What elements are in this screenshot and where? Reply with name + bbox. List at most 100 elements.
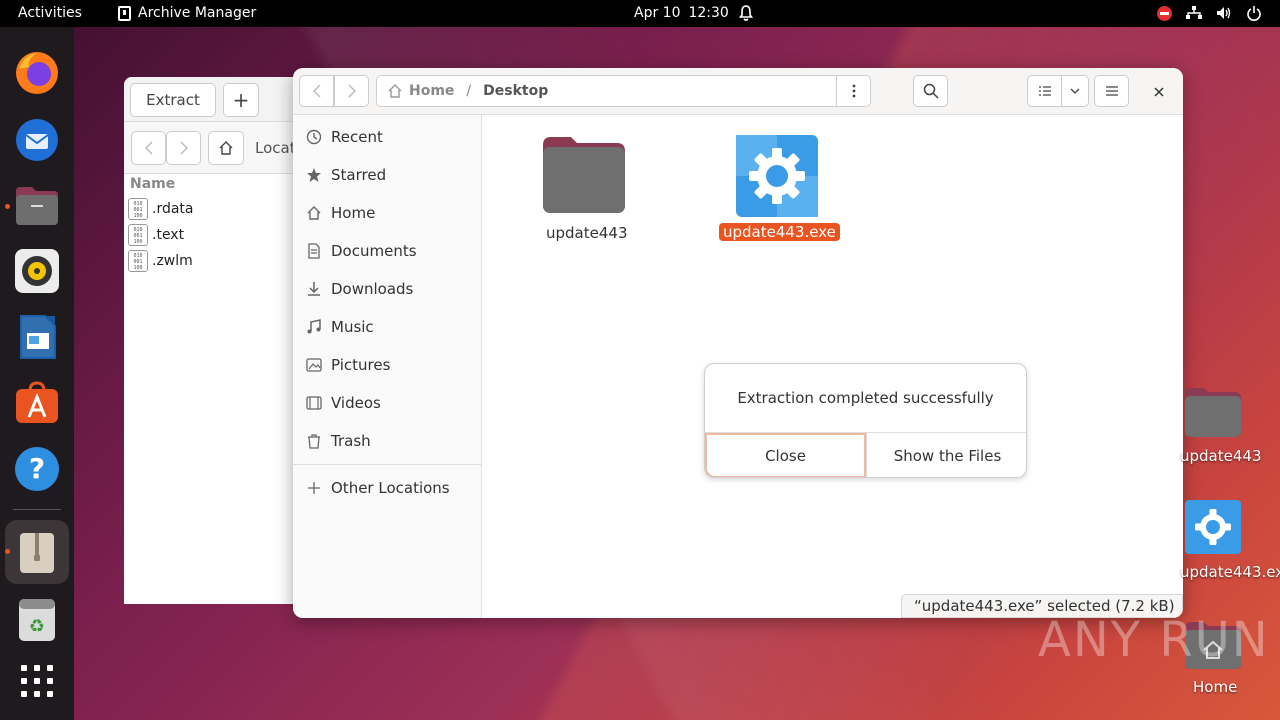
hamburger-menu-icon [1105, 86, 1118, 96]
list-item[interactable]: 010 001 100 .text [124, 222, 304, 248]
dock-separator [13, 509, 61, 510]
picture-icon [306, 358, 322, 372]
home-icon [388, 84, 402, 98]
activities-button[interactable]: Activities [18, 5, 82, 21]
sidebar-item-label: Trash [331, 432, 371, 450]
view-options-button[interactable] [1061, 75, 1089, 107]
trash-icon[interactable]: ♻ [13, 596, 61, 644]
back-button[interactable] [131, 131, 166, 165]
path-menu-button[interactable] [836, 76, 870, 106]
show-files-button[interactable]: Show the Files [866, 433, 1026, 477]
folder-name: update443 [546, 224, 628, 242]
sidebar-item-downloads[interactable]: Downloads [306, 277, 413, 301]
sidebar-item-starred[interactable]: Starred [306, 163, 386, 187]
sidebar-item-recent[interactable]: Recent [306, 125, 383, 149]
sidebar-item-videos[interactable]: Videos [306, 391, 381, 415]
file-name: .rdata [152, 201, 194, 217]
archive-app-icon [118, 5, 131, 21]
thunderbird-icon[interactable] [13, 115, 61, 163]
network-icon[interactable] [1186, 6, 1202, 20]
folder-icon [1185, 388, 1241, 437]
running-indicator [5, 204, 10, 209]
extract-button[interactable]: Extract [130, 83, 216, 117]
archive-manager-icon[interactable] [5, 520, 69, 584]
sidebar-item-documents[interactable]: Documents [306, 239, 417, 263]
desktop-icon-label: Home [1193, 678, 1238, 696]
path-bar[interactable]: Home / Desktop [376, 75, 871, 107]
path-separator: / [466, 83, 472, 99]
do-not-disturb-icon[interactable] [1157, 5, 1172, 21]
desktop-icon-label: update443.exe [1180, 563, 1280, 581]
desktop-icon-label: update443 [1180, 447, 1262, 465]
forward-button[interactable] [166, 131, 201, 165]
app-name: Archive Manager [138, 5, 257, 21]
rhythmbox-icon[interactable] [13, 247, 61, 295]
video-icon [306, 396, 322, 410]
volume-icon[interactable] [1216, 6, 1232, 20]
home-button[interactable] [208, 131, 244, 165]
extraction-complete-dialog: Extraction completed successfully Close … [704, 363, 1027, 478]
search-button[interactable] [913, 75, 948, 107]
files-icon[interactable] [13, 181, 61, 229]
home-icon [307, 206, 321, 220]
list-item[interactable]: 010 001 100 .rdata [124, 196, 304, 222]
archive-manager-window: Extract + Locat Name 010 001 100 .rdata 01… [124, 77, 304, 604]
close-window-button[interactable] [1148, 81, 1170, 103]
list-view-button[interactable] [1027, 75, 1062, 107]
star-icon [307, 168, 321, 182]
firefox-icon[interactable] [13, 49, 61, 97]
sidebar-separator [293, 464, 482, 465]
document-icon [308, 243, 320, 259]
back-button[interactable] [299, 75, 334, 107]
chevron-right-icon [347, 84, 356, 98]
dock: ? ♻ [0, 27, 74, 720]
sidebar-item-label: Documents [331, 242, 417, 260]
app-center-icon[interactable] [13, 379, 61, 427]
system-tray[interactable] [1157, 5, 1262, 21]
sidebar-item-home[interactable]: Home [306, 201, 375, 225]
files-window: Home / Desktop Recent Starred Home Docum… [293, 68, 1183, 618]
notification-bell-icon[interactable] [738, 4, 754, 22]
power-icon[interactable] [1246, 5, 1262, 21]
files-headerbar: Home / Desktop [293, 68, 1183, 115]
music-icon [307, 319, 321, 334]
sidebar-item-music[interactable]: Music [306, 315, 374, 339]
executable-gear-icon [736, 135, 818, 217]
svg-text:♻: ♻ [29, 616, 45, 637]
sidebar-item-label: Videos [331, 394, 381, 412]
sidebar-item-label: Downloads [331, 280, 414, 298]
main-menu-button[interactable] [1094, 75, 1129, 107]
add-files-button[interactable]: + [223, 83, 259, 117]
running-indicator [5, 549, 10, 554]
sidebar-item-trash[interactable]: Trash [306, 429, 371, 453]
sidebar-item-label: Pictures [331, 356, 391, 374]
show-apps-icon[interactable] [13, 657, 61, 705]
sidebar-item-label: Starred [331, 166, 387, 184]
list-item[interactable]: 010 001 100 .zwlm [124, 248, 304, 274]
sidebar-item-label: Recent [331, 128, 383, 146]
sidebar-item-label: Other Locations [331, 479, 450, 497]
binary-file-icon: 010 001 100 [128, 224, 148, 246]
forward-button[interactable] [334, 75, 369, 107]
search-icon [923, 83, 939, 99]
clock[interactable]: Apr 10 12:30 [634, 5, 729, 21]
writer-icon[interactable] [13, 313, 61, 361]
path-current-segment[interactable]: Desktop [483, 83, 548, 99]
file-name: .zwlm [152, 253, 193, 269]
archive-toolbar: Locat [124, 122, 304, 174]
close-button[interactable]: Close [705, 433, 866, 477]
executable-gear-icon [1185, 500, 1241, 554]
close-icon [1154, 87, 1164, 97]
sidebar-item-pictures[interactable]: Pictures [306, 353, 390, 377]
top-bar: Activities Archive Manager Apr 10 12:30 [0, 0, 1280, 27]
sidebar-item-other-locations[interactable]: Other Locations [306, 476, 450, 500]
file-view: update443 update443.exe Extraction compl… [482, 115, 1183, 618]
clock-time: 12:30 [688, 5, 729, 21]
app-menu[interactable]: Archive Manager [118, 5, 256, 21]
help-icon[interactable]: ? [13, 445, 61, 493]
column-header-name[interactable]: Name [124, 176, 304, 196]
more-vertical-icon [852, 84, 855, 98]
clock-date: Apr 10 [634, 5, 681, 21]
binary-file-icon: 010 001 100 [128, 198, 148, 220]
path-home-segment[interactable]: Home [387, 83, 454, 99]
